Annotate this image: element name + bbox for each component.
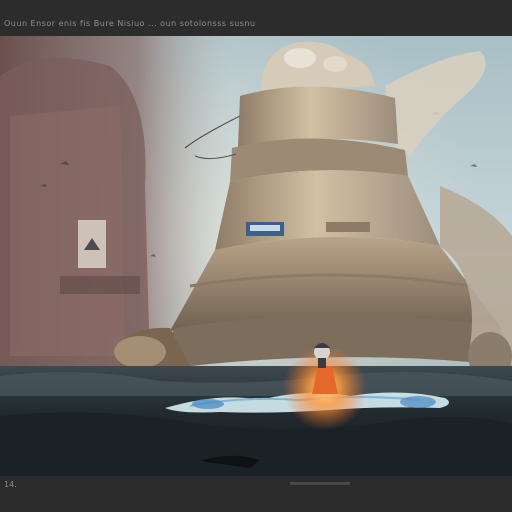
caption-text: Ouun Ensor enis fis Bure Nisiuo ... oun … [4,19,256,28]
corner-mark: 14. [4,480,17,489]
top-letterbox: Ouun Ensor enis fis Bure Nisiuo ... oun … [0,0,512,36]
credit-line [290,482,350,485]
image-frame: Ouun Ensor enis fis Bure Nisiuo ... oun … [0,0,512,512]
sea [0,366,512,476]
bottom-letterbox [0,476,512,512]
artwork [0,36,512,476]
artwork-illustration [0,36,512,476]
